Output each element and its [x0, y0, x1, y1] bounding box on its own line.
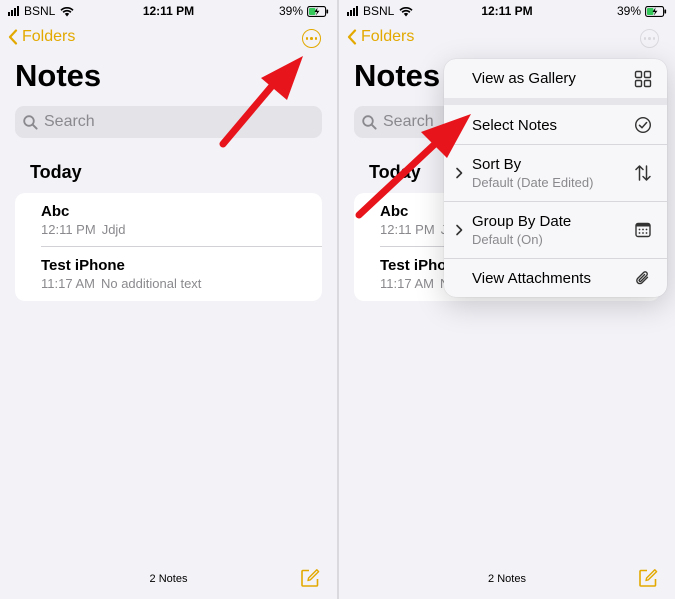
chevron-left-icon — [8, 29, 18, 45]
menu-item-view-attachments[interactable]: View Attachments — [444, 259, 667, 297]
menu-item-group-by-date[interactable]: Group By Date Default (On) — [444, 202, 667, 258]
chevron-left-icon — [347, 29, 357, 45]
note-title: Abc — [380, 203, 409, 220]
search-icon — [23, 114, 38, 130]
menu-item-sort-by[interactable]: Sort By Default (Date Edited) — [444, 145, 667, 201]
note-row[interactable]: Abc 12:11 PM Jdjd — [15, 193, 322, 247]
note-title: Abc — [41, 203, 70, 220]
note-title: Test iPhone — [41, 257, 125, 274]
battery-percent: 39% — [278, 4, 303, 18]
section-header-today: Today — [369, 162, 421, 182]
more-options-menu: View as Gallery Select Notes Sort By Def… — [444, 59, 667, 297]
menu-item-label: View Attachments — [472, 270, 591, 287]
search-icon — [362, 114, 377, 130]
menu-item-label: View as Gallery — [472, 70, 576, 87]
menu-separator — [444, 98, 667, 105]
checkmark-circle-icon — [634, 116, 652, 134]
sort-arrows-icon — [635, 165, 651, 181]
notes-list: Abc 12:11 PM Jdjd Test iPhone 11:17 AM No … — [15, 193, 322, 301]
menu-item-label: Select Notes — [472, 117, 558, 134]
more-options-button[interactable] — [302, 29, 321, 48]
note-row[interactable]: Test iPhone 11:17 AM No additional text — [15, 247, 322, 301]
back-to-folders-button[interactable]: Folders — [8, 28, 75, 46]
grid-icon — [634, 70, 652, 88]
more-options-button[interactable] — [640, 29, 659, 48]
menu-item-value: Default (Date Edited) — [472, 175, 594, 190]
search-bar[interactable] — [15, 106, 322, 138]
back-label: Folders — [22, 28, 76, 45]
note-preview: No additional text — [100, 276, 202, 291]
compose-icon[interactable] — [300, 568, 320, 588]
page-title: Notes — [354, 58, 441, 93]
search-input[interactable] — [44, 113, 244, 131]
calendar-icon — [635, 222, 651, 238]
battery-percent: 39% — [616, 4, 641, 18]
note-preview: Jdjd — [101, 222, 126, 237]
menu-item-select-notes[interactable]: Select Notes — [444, 105, 667, 144]
note-time: 11:17 AM — [41, 276, 95, 291]
chevron-right-icon — [456, 167, 463, 179]
notes-screen-right: BSNL 12:11 PM 39% Folders Notes Today Ab… — [339, 0, 675, 599]
section-header-today: Today — [30, 162, 82, 182]
status-bar: BSNL 12:11 PM 39% — [339, 0, 675, 22]
page-title: Notes — [15, 58, 102, 93]
battery-charging-icon — [307, 5, 329, 17]
back-label: Folders — [361, 28, 415, 45]
back-to-folders-button[interactable]: Folders — [347, 28, 414, 46]
paperclip-icon — [636, 271, 649, 285]
menu-item-label: Sort By — [472, 156, 522, 173]
compose-icon[interactable] — [638, 568, 658, 588]
chevron-right-icon — [456, 224, 463, 236]
status-bar: BSNL 12:11 PM 39% — [0, 0, 337, 22]
note-time: 12:11 PM — [380, 222, 435, 237]
menu-item-value: Default (On) — [472, 232, 543, 247]
notes-count: 2 Notes — [488, 573, 526, 585]
battery-charging-icon — [645, 5, 667, 17]
note-time: 12:11 PM — [41, 222, 96, 237]
note-time: 11:17 AM — [380, 276, 434, 291]
menu-item-label: Group By Date — [472, 213, 572, 230]
notes-count: 2 Notes — [149, 573, 188, 585]
menu-item-view-as-gallery[interactable]: View as Gallery — [444, 59, 667, 98]
notes-screen-left: BSNL 12:11 PM 39% Folders Notes Today Ab… — [0, 0, 337, 599]
